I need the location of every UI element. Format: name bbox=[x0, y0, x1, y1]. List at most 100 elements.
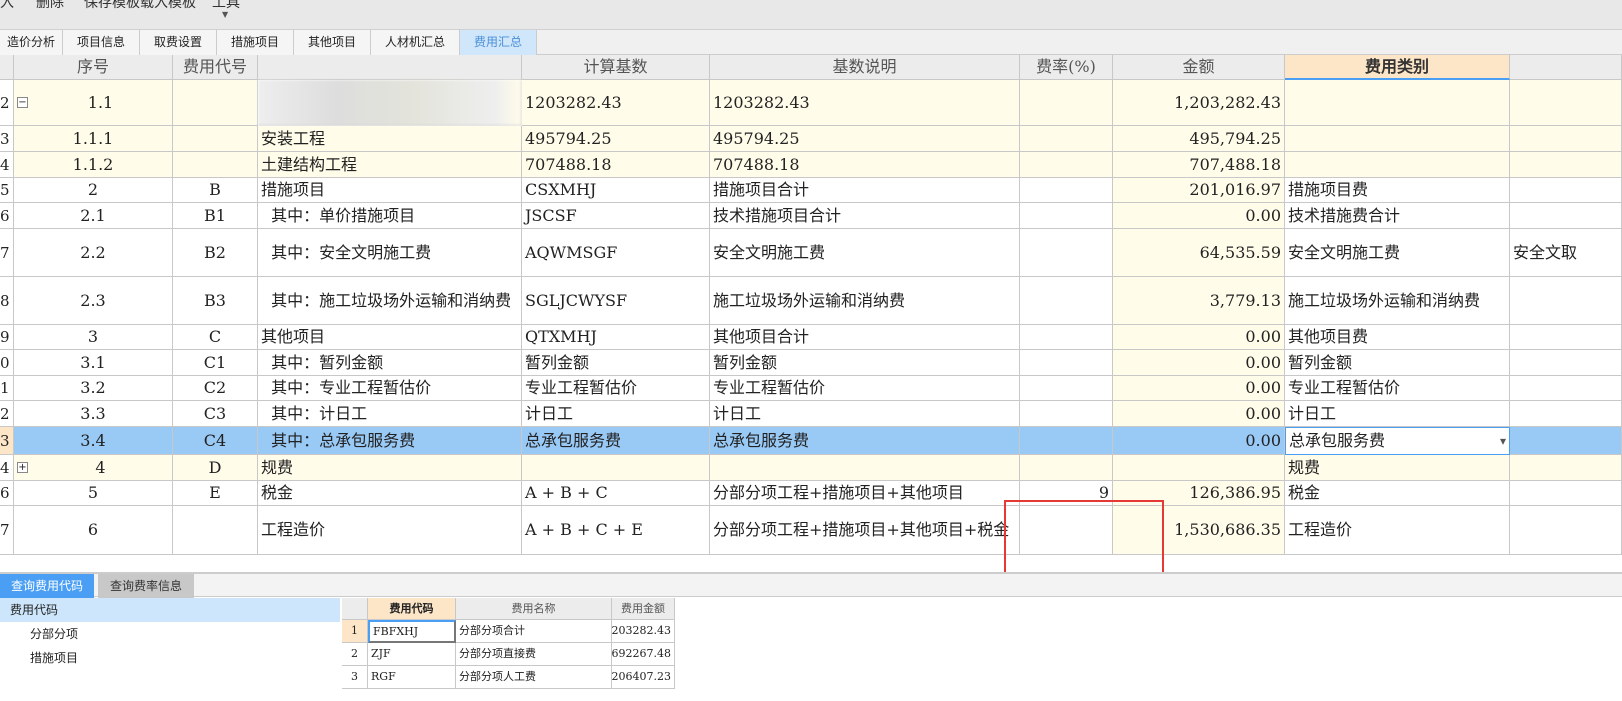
cell-amount[interactable]: 0.00 bbox=[1113, 427, 1285, 455]
cell-calc-base[interactable]: SGLJCWYSF bbox=[522, 277, 710, 325]
cell-extra[interactable] bbox=[1510, 506, 1622, 555]
cell-name[interactable]: 其中：总承包服务费 bbox=[258, 427, 522, 455]
cell-fee-code[interactable]: C bbox=[173, 325, 258, 350]
cell-base-desc[interactable]: 分部分项工程+措施项目+其他项目+税金 bbox=[710, 506, 1020, 555]
cell-calc-base[interactable]: 专业工程暂估价 bbox=[522, 376, 710, 401]
expand-icon[interactable]: + bbox=[17, 462, 28, 473]
cell-seq[interactable]: 3.3 bbox=[14, 401, 173, 427]
cell-fee-code[interactable]: B3 bbox=[173, 277, 258, 325]
cell-extra[interactable] bbox=[1510, 152, 1622, 178]
cell-fee-category[interactable]: 暂列金额 bbox=[1285, 350, 1510, 376]
cell-calc-base[interactable]: A + B + C bbox=[522, 481, 710, 506]
cell-seq[interactable]: +4 bbox=[14, 455, 173, 481]
cell-calc-base[interactable]: 1203282.43 bbox=[522, 80, 710, 126]
cell-fee-category[interactable]: 税金 bbox=[1285, 481, 1510, 506]
cell-rate[interactable] bbox=[1020, 178, 1113, 203]
cell-seq[interactable]: 1.1.1 bbox=[14, 126, 173, 152]
table-row[interactable]: 2− 1.1 1203282.43 1203282.43 1,203,282.43 bbox=[0, 80, 1622, 126]
table-row[interactable]: 7 2.2 B2 其中：安全文明施工费 AQWMSGF 安全文明施工费 64,535.59… bbox=[0, 229, 1622, 277]
cell-base-desc[interactable] bbox=[710, 455, 1020, 481]
sub-fee-code[interactable]: RGF bbox=[368, 666, 456, 689]
tab-3[interactable]: 措施项目 bbox=[217, 30, 294, 55]
cell-amount[interactable]: 0.00 bbox=[1113, 401, 1285, 427]
cell-fee-code[interactable]: B2 bbox=[173, 229, 258, 277]
cell-extra[interactable] bbox=[1510, 203, 1622, 229]
cell-name[interactable]: 规费 bbox=[258, 455, 522, 481]
cell-fee-code[interactable]: C1 bbox=[173, 350, 258, 376]
cell-fee-category[interactable]: 技术措施费合计 bbox=[1285, 203, 1510, 229]
cell-extra[interactable] bbox=[1510, 350, 1622, 376]
cell-name[interactable]: 其中：安全文明施工费 bbox=[258, 229, 522, 277]
amount-header[interactable]: 金额 bbox=[1113, 55, 1285, 80]
tree-item-measures[interactable]: 措施项目 bbox=[0, 646, 340, 670]
cell-calc-base[interactable]: 暂列金额 bbox=[522, 350, 710, 376]
cell-amount[interactable]: 0.00 bbox=[1113, 325, 1285, 350]
cell-amount[interactable]: 0.00 bbox=[1113, 203, 1285, 229]
fee-name-header[interactable]: 费用名称 bbox=[456, 598, 612, 620]
cell-rate[interactable] bbox=[1020, 152, 1113, 178]
load-template-button[interactable]: 载入模板 bbox=[140, 0, 196, 12]
sub-fee-name[interactable]: 分部分项人工费 bbox=[456, 666, 612, 689]
cell-fee-category[interactable] bbox=[1285, 126, 1510, 152]
cell-extra[interactable] bbox=[1510, 178, 1622, 203]
cell-base-desc[interactable]: 1203282.43 bbox=[710, 80, 1020, 126]
cell-base-desc[interactable]: 计日工 bbox=[710, 401, 1020, 427]
fee-category-header[interactable]: 费用类别 bbox=[1285, 55, 1510, 80]
cell-calc-base[interactable]: 总承包服务费 bbox=[522, 427, 710, 455]
table-row[interactable]: 6 5 E 税金 A + B + C 分部分项工程+措施项目+其他项目 9 126,386.9… bbox=[0, 481, 1622, 506]
table-row[interactable]: 0 3.1 C1 其中：暂列金额 暂列金额 暂列金额 0.00 暂列金额 bbox=[0, 350, 1622, 376]
cell-base-desc[interactable]: 707488.18 bbox=[710, 152, 1020, 178]
collapse-icon[interactable]: − bbox=[17, 97, 28, 108]
table-row[interactable]: 4 +4 D 规费 规费 bbox=[0, 455, 1622, 481]
cell-fee-category[interactable]: 其他项目费 bbox=[1285, 325, 1510, 350]
cell-rate[interactable] bbox=[1020, 80, 1113, 126]
cell-name[interactable]: 其中：暂列金额 bbox=[258, 350, 522, 376]
cell-name[interactable]: 其中：施工垃圾场外运输和消纳费 bbox=[258, 277, 522, 325]
cell-fee-category[interactable]: 专业工程暂估价 bbox=[1285, 376, 1510, 401]
tab-0[interactable]: 造价分析 bbox=[0, 30, 63, 55]
rate-header[interactable]: 费率(%) bbox=[1020, 55, 1113, 80]
table-row[interactable]: 1 3.2 C2 其中：专业工程暂估价 专业工程暂估价 专业工程暂估价 0.00 专业工程暂… bbox=[0, 376, 1622, 401]
cell-amount[interactable]: 707,488.18 bbox=[1113, 152, 1285, 178]
tab-1[interactable]: 项目信息 bbox=[63, 30, 140, 55]
cell-rate[interactable] bbox=[1020, 325, 1113, 350]
cell-rate[interactable] bbox=[1020, 401, 1113, 427]
tab-2[interactable]: 取费设置 bbox=[140, 30, 217, 55]
cell-calc-base[interactable]: 495794.25 bbox=[522, 126, 710, 152]
table-row[interactable]: 5 2 B 措施项目 CSXMHJ 措施项目合计 201,016.97 措施项目费 bbox=[0, 178, 1622, 203]
fee-code-header[interactable]: 费用代码 bbox=[368, 598, 456, 620]
cell-fee-category[interactable]: 工程造价 bbox=[1285, 506, 1510, 555]
sub-fee-amount[interactable]: 206407.23 bbox=[612, 666, 675, 689]
cell-fee-category[interactable]: 计日工 bbox=[1285, 401, 1510, 427]
save-template-button[interactable]: 保存模板 bbox=[84, 0, 140, 12]
cell-seq[interactable]: 2.2 bbox=[14, 229, 173, 277]
cell-seq[interactable]: 3 bbox=[14, 325, 173, 350]
cell-name[interactable]: 其中：计日工 bbox=[258, 401, 522, 427]
table-row[interactable]: 8 2.3 B3 其中：施工垃圾场外运输和消纳费 SGLJCWYSF 施工垃圾场外运输和… bbox=[0, 277, 1622, 325]
tree-item-subdivision[interactable]: 分部分项 bbox=[0, 622, 340, 646]
cell-calc-base[interactable]: QTXMHJ bbox=[522, 325, 710, 350]
table-row[interactable]: 4 1.1.2 土建结构工程 707488.18 707488.18 707,488.18 bbox=[0, 152, 1622, 178]
cell-calc-base[interactable]: AQWMSGF bbox=[522, 229, 710, 277]
cell-name[interactable]: 税金 bbox=[258, 481, 522, 506]
name-header[interactable] bbox=[258, 55, 522, 80]
cell-fee-category[interactable]: 总承包服务费 ▾ bbox=[1285, 427, 1510, 455]
cell-amount[interactable]: 0.00 bbox=[1113, 350, 1285, 376]
cell-amount[interactable] bbox=[1113, 455, 1285, 481]
cell-name[interactable]: 其中：单价措施项目 bbox=[258, 203, 522, 229]
cell-seq[interactable]: − 1.1 bbox=[14, 80, 173, 126]
cell-base-desc[interactable]: 施工垃圾场外运输和消纳费 bbox=[710, 277, 1020, 325]
calc-base-header[interactable]: 计算基数 bbox=[522, 55, 710, 80]
cell-seq[interactable]: 1.1.2 bbox=[14, 152, 173, 178]
table-row[interactable]: 6 2.1 B1 其中：单价措施项目 JSCSF 技术措施项目合计 0.00 技术措施费合计 bbox=[0, 203, 1622, 229]
cell-rate[interactable] bbox=[1020, 229, 1113, 277]
cell-base-desc[interactable]: 暂列金额 bbox=[710, 350, 1020, 376]
cell-name[interactable]: 土建结构工程 bbox=[258, 152, 522, 178]
cell-fee-code[interactable]: C2 bbox=[173, 376, 258, 401]
cell-name[interactable]: 措施项目 bbox=[258, 178, 522, 203]
cell-name[interactable] bbox=[258, 80, 522, 126]
cell-amount[interactable]: 0.00 bbox=[1113, 376, 1285, 401]
cell-extra[interactable]: 安全文取 bbox=[1510, 229, 1622, 277]
cell-fee-code[interactable] bbox=[173, 506, 258, 555]
cell-extra[interactable] bbox=[1510, 401, 1622, 427]
